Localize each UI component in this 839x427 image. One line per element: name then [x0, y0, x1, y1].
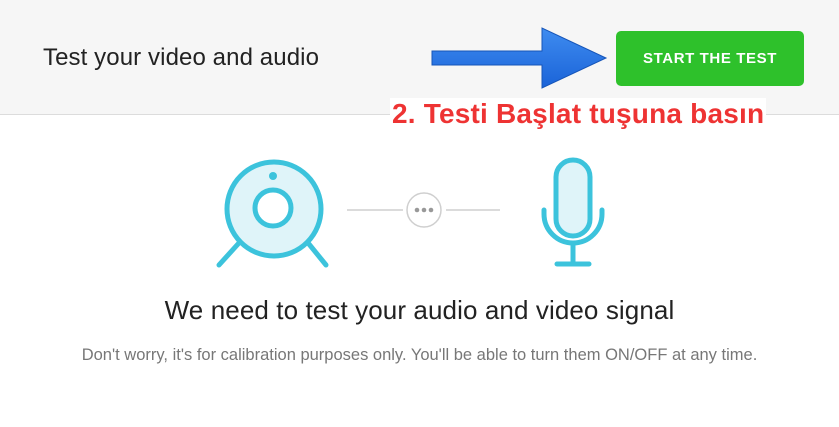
microphone-icon	[541, 157, 605, 267]
main-heading: We need to test your audio and video sig…	[164, 295, 675, 325]
main-subtext: Don't worry, it's for calibration purpos…	[81, 346, 758, 364]
webcam-icon	[216, 159, 329, 268]
more-horizontal-icon	[406, 192, 442, 228]
illustration	[216, 157, 605, 268]
